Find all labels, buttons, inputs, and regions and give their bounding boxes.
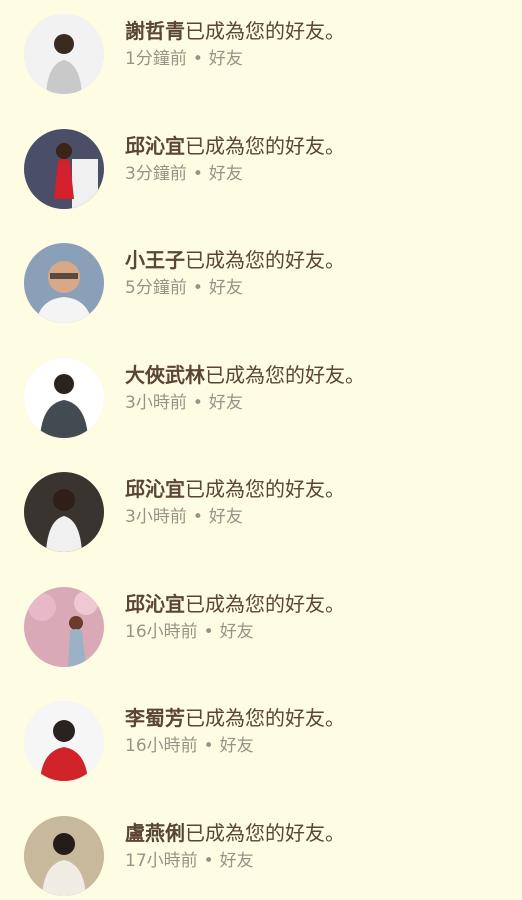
timestamp: 3小時前 <box>125 507 187 527</box>
friend-name[interactable]: 邱沁宜 <box>125 477 185 501</box>
avatar[interactable] <box>24 472 104 552</box>
avatar[interactable] <box>24 701 104 781</box>
avatar[interactable] <box>24 816 104 896</box>
notification-title: 邱沁宜已成為您的好友。 <box>125 589 512 619</box>
category-label: 好友 <box>219 622 254 642</box>
notification-meta: 5分鐘前 • 好友 <box>125 275 512 301</box>
avatar[interactable] <box>24 358 104 438</box>
notification-action: 已成為您的好友。 <box>185 821 345 845</box>
friend-name[interactable]: 李蜀芳 <box>125 706 185 730</box>
notification-meta: 1分鐘前 • 好友 <box>125 46 512 72</box>
notification-meta: 3小時前 • 好友 <box>125 390 512 416</box>
notification-meta: 3小時前 • 好友 <box>125 504 512 530</box>
notification-action: 已成為您的好友。 <box>205 363 365 387</box>
avatar[interactable] <box>24 587 104 667</box>
friend-name[interactable]: 盧燕俐 <box>125 821 185 845</box>
friend-name[interactable]: 謝哲青 <box>125 19 185 43</box>
separator-dot: • <box>203 851 214 871</box>
timestamp: 5分鐘前 <box>125 278 187 298</box>
notification-meta: 16小時前 • 好友 <box>125 733 512 759</box>
separator-dot: • <box>192 164 203 184</box>
notification-list: 謝哲青已成為您的好友。 1分鐘前 • 好友 邱沁宜已成為您的好友。 3分鐘前 • 好友 <box>0 0 522 900</box>
category-label: 好友 <box>208 507 243 527</box>
timestamp: 16小時前 <box>125 736 198 756</box>
timestamp: 16小時前 <box>125 622 198 642</box>
category-label: 好友 <box>208 49 243 69</box>
friend-name[interactable]: 邱沁宜 <box>125 592 185 616</box>
category-label: 好友 <box>219 851 254 871</box>
separator-dot: • <box>203 622 214 642</box>
notification-item[interactable]: 小王子已成為您的好友。 5分鐘前 • 好友 <box>0 229 522 343</box>
friend-name[interactable]: 小王子 <box>125 248 185 272</box>
category-label: 好友 <box>208 164 243 184</box>
notification-title: 邱沁宜已成為您的好友。 <box>125 131 512 161</box>
notification-item[interactable]: 邱沁宜已成為您的好友。 3小時前 • 好友 <box>0 458 522 572</box>
notification-title: 盧燕俐已成為您的好友。 <box>125 818 512 848</box>
category-label: 好友 <box>219 736 254 756</box>
category-label: 好友 <box>208 393 243 413</box>
notification-action: 已成為您的好友。 <box>185 706 345 730</box>
notification-meta: 17小時前 • 好友 <box>125 848 512 874</box>
friend-name[interactable]: 邱沁宜 <box>125 134 185 158</box>
notification-title: 大俠武林已成為您的好友。 <box>125 360 512 390</box>
avatar[interactable] <box>24 243 104 323</box>
timestamp: 3小時前 <box>125 393 187 413</box>
notification-item[interactable]: 大俠武林已成為您的好友。 3小時前 • 好友 <box>0 344 522 458</box>
notification-item[interactable]: 邱沁宜已成為您的好友。 3分鐘前 • 好友 <box>0 115 522 229</box>
notification-item[interactable]: 邱沁宜已成為您的好友。 16小時前 • 好友 <box>0 573 522 687</box>
notification-title: 邱沁宜已成為您的好友。 <box>125 474 512 504</box>
notification-meta: 3分鐘前 • 好友 <box>125 161 512 187</box>
notification-action: 已成為您的好友。 <box>185 592 345 616</box>
separator-dot: • <box>192 393 203 413</box>
notification-action: 已成為您的好友。 <box>185 248 345 272</box>
notification-title: 小王子已成為您的好友。 <box>125 245 512 275</box>
notification-action: 已成為您的好友。 <box>185 19 345 43</box>
notification-action: 已成為您的好友。 <box>185 477 345 501</box>
separator-dot: • <box>203 736 214 756</box>
avatar[interactable] <box>24 129 104 209</box>
category-label: 好友 <box>208 278 243 298</box>
notification-title: 謝哲青已成為您的好友。 <box>125 16 512 46</box>
notification-item[interactable]: 盧燕俐已成為您的好友。 17小時前 • 好友 <box>0 802 522 900</box>
notification-title: 李蜀芳已成為您的好友。 <box>125 703 512 733</box>
timestamp: 3分鐘前 <box>125 164 187 184</box>
separator-dot: • <box>192 278 203 298</box>
separator-dot: • <box>192 49 203 69</box>
timestamp: 17小時前 <box>125 851 198 871</box>
notification-action: 已成為您的好友。 <box>185 134 345 158</box>
notification-item[interactable]: 李蜀芳已成為您的好友。 16小時前 • 好友 <box>0 687 522 801</box>
notification-item[interactable]: 謝哲青已成為您的好友。 1分鐘前 • 好友 <box>0 0 522 114</box>
avatar[interactable] <box>24 14 104 94</box>
separator-dot: • <box>192 507 203 527</box>
timestamp: 1分鐘前 <box>125 49 187 69</box>
notification-meta: 16小時前 • 好友 <box>125 619 512 645</box>
friend-name[interactable]: 大俠武林 <box>125 363 205 387</box>
